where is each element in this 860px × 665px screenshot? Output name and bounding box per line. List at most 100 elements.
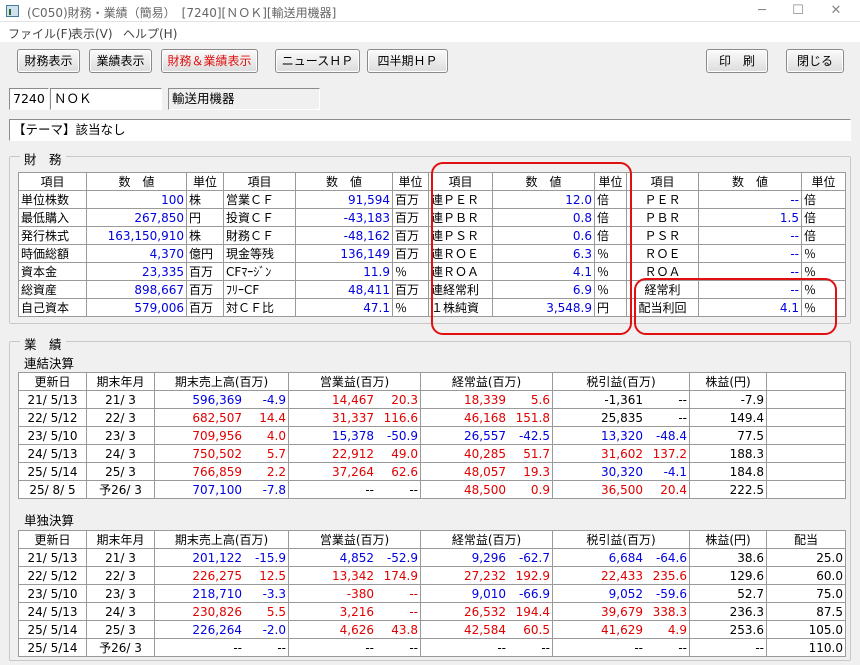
tandoku-ordinary-profit-cell: 9,010 -66.9 [420,584,553,603]
renketsu-eps: 222.5 [689,480,767,499]
company-name-field: ＮＯＫ [50,88,162,110]
zaimu-value: 100 [86,190,187,209]
renketsu-ordinary-profit-change: 151.8 [515,410,550,425]
renketsu-update-date: 25/ 5/14 [18,462,87,481]
minimize-icon[interactable]: ─ [752,2,772,20]
renketsu-net-profit-change: -48.4 [655,428,687,443]
tandoku-label: 単独決算 [24,513,75,528]
renketsu-period: 25/ 3 [86,462,155,481]
tandoku-net-profit-value: 9,052 [608,586,643,601]
tandoku-eps: 253.6 [689,620,767,639]
renketsu-period: 23/ 3 [86,426,155,445]
zaimu-value: -- [698,244,802,263]
renketsu-ordinary-profit-cell: 40,285 51.7 [420,444,553,463]
zaimu-gyoseki-button[interactable]: 財務＆業績表示 [161,49,258,73]
renketsu-operating-profit-change: 49.0 [391,446,418,461]
menu-help[interactable]: ヘルプ(H) [123,25,177,42]
tandoku-ordinary-profit-change: 192.9 [515,568,550,583]
menu-file[interactable]: ファイル(F) [8,25,72,42]
zaimu-item-label: ﾌﾘｰCF [223,280,296,299]
tandoku-ordinary-profit-change: -- [541,640,550,655]
tandoku-operating-profit-value: 3,216 [339,604,374,619]
tandoku-update-date: 25/ 5/14 [18,620,87,639]
renketsu-empty-cell [766,390,846,409]
tandoku-ordinary-profit-cell: 42,584 60.5 [420,620,553,639]
zaimu-unit: 百万 [186,298,224,317]
shihanki-hp-button[interactable]: 四半期ＨＰ [367,49,448,73]
zaimu-unit: 円 [186,208,224,227]
news-hp-button[interactable]: ニュースＨＰ [275,49,360,73]
renketsu-operating-profit-cell: 22,912 49.0 [288,444,421,463]
renketsu-ordinary-profit-value: 26,557 [464,428,506,443]
tandoku-sales-change: -- [277,640,286,655]
zaimu-item-label: 最低購入 [18,208,87,227]
tandoku-net-profit-change: 4.9 [667,622,687,637]
renketsu-header-cell [766,372,846,391]
renketsu-ordinary-profit-cell: 26,557 -42.5 [420,426,553,445]
zaimu-value: 11.9 [295,262,393,281]
renketsu-sales-cell: 750,502 5.7 [154,444,289,463]
renketsu-sales-value: 682,507 [192,410,242,425]
tandoku-sales-change: -15.9 [254,550,286,565]
renketsu-net-profit-change: 137.2 [652,446,687,461]
renketsu-sales-cell: 766,859 2.2 [154,462,289,481]
tandoku-header-cell: 税引益(百万) [552,530,690,549]
tandoku-ordinary-profit-value: 27,232 [464,568,506,583]
zaimu-unit: 億円 [186,244,224,263]
zaimu-item-label: 現金等残 [223,244,296,263]
zaimu-item-label: CFﾏｰｼﾞﾝ [223,262,296,281]
tandoku-sales-change: 12.5 [259,568,286,583]
tandoku-table: 更新日 期末年月 期末売上高(百万) 営業益(百万) 経常益(百万) 税引益(百万) 株益(… [18,530,846,657]
renketsu-ordinary-profit-change: 19.3 [523,464,550,479]
close-button[interactable]: 閉じる [786,49,844,73]
tandoku-update-date: 24/ 5/13 [18,602,87,621]
zaimu-value: 898,667 [86,280,187,299]
zaimu-unit: 百万 [392,280,429,299]
tandoku-sales-value: -- [233,640,242,655]
gyoseki-button[interactable]: 業績表示 [89,49,152,73]
renketsu-sales-change: -4.9 [262,392,286,407]
tandoku-net-profit-value: 6,684 [608,550,643,565]
renketsu-operating-profit-value: -- [365,482,374,497]
tandoku-sales-value: 226,264 [192,622,242,637]
tandoku-row: 21/ 5/13 21/ 3 201,122 -15.9 4,852 -52.9 9,296… [18,548,846,567]
tandoku-ordinary-profit-value: 26,532 [464,604,506,619]
theme-field: 【テーマ】該当なし [9,119,851,141]
tandoku-ordinary-profit-cell: 27,232 192.9 [420,566,553,585]
zaimu-value: 1.5 [698,208,802,227]
maximize-icon[interactable]: ☐ [788,2,808,20]
tandoku-sales-cell: 226,264 -2.0 [154,620,289,639]
renketsu-operating-profit-change: -50.9 [386,428,418,443]
renketsu-ordinary-profit-value: 48,500 [464,482,506,497]
renketsu-net-profit-cell: 31,602 137.2 [552,444,690,463]
renketsu-sales-cell: 709,956 4.0 [154,426,289,445]
renketsu-net-profit-change: 20.4 [660,482,687,497]
zaimu-item-label: ＰＢＲ [626,208,699,227]
tandoku-net-profit-value: 41,629 [601,622,643,637]
tandoku-row: 25/ 5/14 予26/ 3 -- -- -- -- -- -- -- -- -- 110.0 [18,638,846,657]
renketsu-row: 22/ 5/12 22/ 3 682,507 14.4 31,337 116.6 46,16… [18,408,846,427]
zaimu-value: 23,335 [86,262,187,281]
renketsu-sales-change: 14.4 [259,410,286,425]
renketsu-net-profit-cell: 25,835 -- [552,408,690,427]
highlight-dividend-yield [634,278,837,335]
tandoku-sales-change: -2.0 [262,622,286,637]
zaimu-unit: 株 [186,190,224,209]
renketsu-sales-value: 750,502 [192,446,242,461]
zaimu-button[interactable]: 財務表示 [17,49,80,73]
renketsu-net-profit-change: -- [678,410,687,425]
zaimu-header-cell: 項目 [223,172,296,191]
renketsu-net-profit-value: 36,500 [601,482,643,497]
menu-view[interactable]: 表示(V) [71,25,113,42]
tandoku-row: 25/ 5/14 25/ 3 226,264 -2.0 4,626 43.8 42,584 6… [18,620,846,639]
close-window-icon[interactable]: ✕ [826,2,846,20]
renketsu-net-profit-cell: 30,320 -4.1 [552,462,690,481]
zaimu-header-cell: 単位 [392,172,429,191]
tandoku-ordinary-profit-change: -66.9 [518,586,550,601]
renketsu-update-date: 25/ 8/ 5 [18,480,87,499]
print-button[interactable]: 印 刷 [706,49,768,73]
zaimu-value: -- [698,190,802,209]
renketsu-sales-change: 5.7 [266,446,286,461]
renketsu-sales-change: 2.2 [266,464,286,479]
renketsu-sales-cell: 707,100 -7.8 [154,480,289,499]
